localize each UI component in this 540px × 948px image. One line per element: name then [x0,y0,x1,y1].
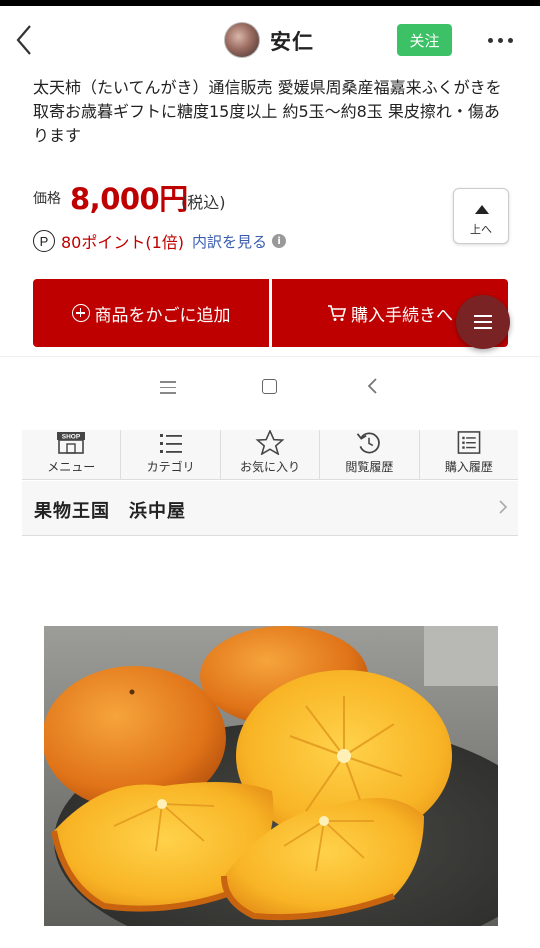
product-image[interactable] [44,626,498,926]
tax-label: (税込) [181,193,226,212]
info-icon[interactable]: i [272,234,287,248]
recent-apps-icon[interactable] [160,381,176,394]
cart-icon [328,305,347,321]
plus-circle-icon [71,304,90,322]
menu-line [474,315,492,317]
dot-icon [508,37,513,43]
price-value: 8,000円 [70,182,188,216]
breakdown-link[interactable]: 内訳を見る [192,231,267,252]
shopnav-purchases[interactable]: 購入履歴 [420,430,518,479]
points-icon: P [33,230,55,252]
menu-line [474,321,492,323]
chevron-left-icon [16,25,31,55]
shopnav-favorites[interactable]: お気に入り [221,430,321,479]
top-header: 安仁 关注 [0,6,540,72]
dot-icon [488,37,493,43]
dot-icon [498,37,503,43]
scroll-to-top-button[interactable]: 上へ [453,188,509,244]
list-icon [159,434,182,453]
product-title: 太天柿（たいてんがき）通信販売 愛媛県周桑産福嘉来ふくがきを取寄お歳暮ギフトに糖… [33,78,502,145]
receipt-icon [457,431,481,454]
user-name: 安仁 [270,30,314,54]
avatar[interactable] [224,22,260,58]
system-navigation-bar [0,356,540,418]
shop-name: 果物王国 浜中屋 [34,501,186,522]
history-icon [357,432,381,454]
price-label: 価格 [33,191,61,207]
shopnav-menu[interactable]: SHOP メニュー [22,430,122,479]
menu-line [474,327,492,329]
scroll-to-top-label: 上へ [470,223,492,236]
home-icon[interactable] [262,379,277,394]
checkout-label: 購入手続きへ [351,305,453,326]
shopnav-label: お気に入り [240,460,301,474]
shopnav-label: 閲覧履歴 [345,460,394,474]
shopnav-category[interactable]: カテゴリ [121,430,221,479]
more-options-button[interactable] [488,30,520,50]
follow-button[interactable]: 关注 [397,24,452,56]
star-icon [255,430,285,455]
shop-link[interactable]: 果物王国 浜中屋 [22,481,518,536]
add-to-cart-button[interactable]: 商品をかごに追加 [33,279,269,347]
back-button[interactable] [10,20,40,60]
back-icon[interactable] [366,377,380,395]
add-to-cart-label: 商品をかごに追加 [94,305,231,326]
points-value: 80ポイント(1倍) [61,233,185,252]
points-row: P 80ポイント(1倍) 内訳を見る i [33,228,287,254]
floating-menu-button[interactable] [456,295,510,349]
persimmon-photo [44,626,498,926]
shop-navigation: SHOP メニュー カテゴリ お気に入り 閲覧履歴 購入履歴 [22,430,518,480]
shopnav-label: カテゴリ [146,460,195,474]
shopnav-history[interactable]: 閲覧履歴 [320,430,420,479]
shopnav-label: 購入履歴 [444,460,493,474]
chevron-right-icon [499,500,508,514]
arrow-up-icon [475,205,489,214]
shop-icon: SHOP [57,432,86,454]
shopnav-label: メニュー [47,460,96,474]
